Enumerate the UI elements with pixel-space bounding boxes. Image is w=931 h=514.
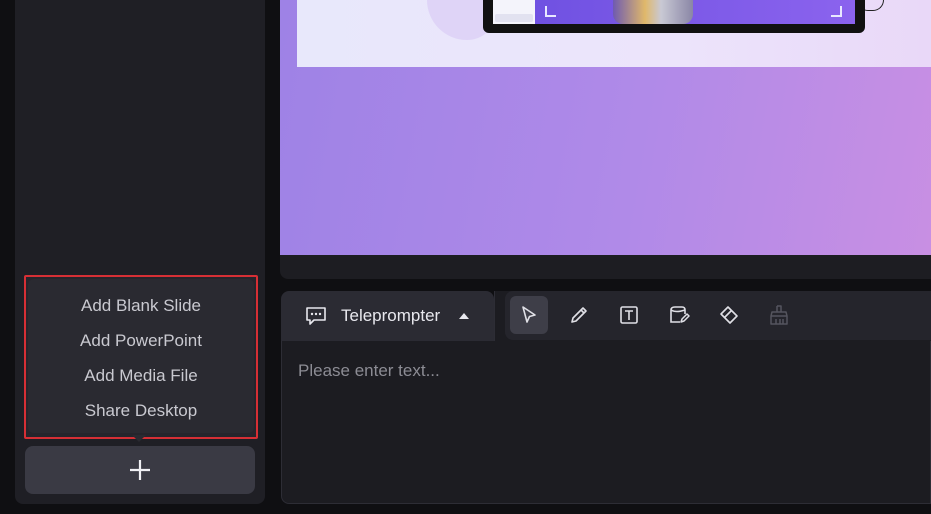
pen-tool-button[interactable] (560, 296, 598, 334)
cursor-arrow-icon (522, 306, 536, 323)
pencil-icon (571, 307, 587, 323)
add-content-menu: Add Blank Slide Add PowerPoint Add Media… (24, 275, 258, 439)
slide-preview (280, 0, 931, 279)
monitor-sidebar (493, 0, 535, 24)
add-slide-button[interactable] (25, 446, 255, 494)
text-tool-button[interactable] (610, 296, 648, 334)
menu-item-add-media-file[interactable]: Add Media File (28, 365, 254, 387)
eraser-icon (720, 306, 738, 324)
preview-slide-image (297, 0, 931, 67)
sticky-note-icon (670, 306, 690, 323)
teleprompter-tab[interactable]: Teleprompter (281, 291, 494, 341)
presenters-image (613, 0, 693, 24)
preview-stage[interactable] (280, 0, 931, 255)
add-content-menu-body: Add Blank Slide Add PowerPoint Add Media… (28, 279, 254, 433)
menu-pointer (132, 435, 146, 442)
clear-tool-button[interactable] (760, 296, 798, 334)
plus-icon (130, 460, 150, 480)
broom-icon (770, 305, 788, 325)
focus-corner-icon (831, 6, 842, 17)
eraser-tool-button[interactable] (710, 296, 748, 334)
menu-item-share-desktop[interactable]: Share Desktop (28, 400, 254, 422)
menu-item-add-powerpoint[interactable]: Add PowerPoint (28, 330, 254, 352)
chat-bubble-icon (306, 307, 326, 325)
note-tool-button[interactable] (660, 296, 698, 334)
text-box-icon (620, 306, 638, 324)
teleprompter-text-input[interactable] (296, 359, 900, 483)
monitor-screen (493, 0, 855, 24)
select-tool-button[interactable] (510, 296, 548, 334)
menu-item-add-blank-slide[interactable]: Add Blank Slide (28, 295, 254, 317)
caret-up-icon[interactable] (459, 313, 469, 319)
focus-corner-icon (545, 6, 556, 17)
teleprompter-tab-label: Teleprompter (341, 306, 441, 325)
monitor-illustration (483, 0, 865, 33)
teleprompter-editor (281, 341, 931, 504)
